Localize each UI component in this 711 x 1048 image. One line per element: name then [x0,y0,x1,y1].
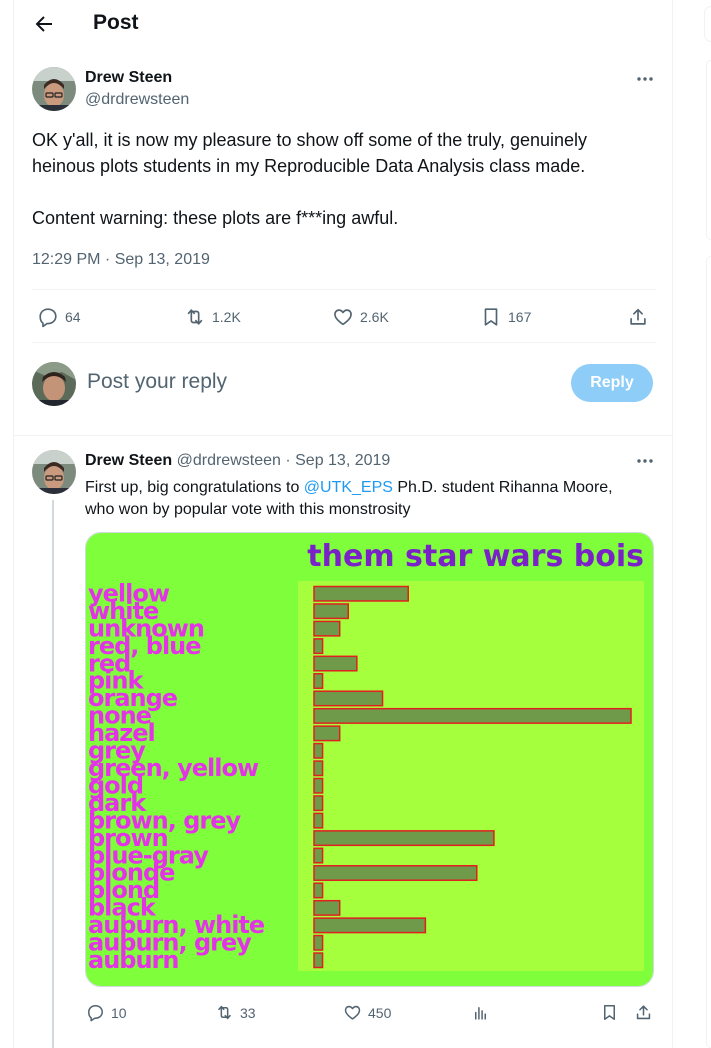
bar [313,812,324,829]
reply-count: 64 [65,309,81,325]
bar [313,830,495,847]
plot-panel [298,581,644,971]
author-handle[interactable]: @drdrewsteen [177,452,281,469]
like-action[interactable]: 450 [343,1003,391,1022]
bookmark-icon [600,1003,619,1022]
bar [313,585,409,602]
like-action[interactable]: 2.6K [332,306,389,328]
bar [313,673,324,689]
more-icon[interactable] [635,72,655,86]
search-box-edge[interactable] [704,6,711,42]
repost-icon [184,306,206,328]
heart-icon [332,306,354,328]
thread-line [52,500,54,1048]
page-title: Post [93,11,139,34]
avatar[interactable] [32,450,76,494]
bookmark-action[interactable]: 167 [480,306,531,328]
bar [313,795,324,812]
tweet-text: OK y'all, it is now my pleasure to show … [32,127,652,231]
analytics-icon [471,1003,490,1022]
bar [313,760,324,777]
tick-label: auburn [88,946,178,974]
reply-header: Drew Steen @drdrewsteen · Sep 13, 2019 [85,452,390,470]
mention-link[interactable]: @UTK_EPS [304,479,393,496]
reply-count: 10 [111,1004,127,1021]
bar [313,917,427,934]
divider [32,289,656,290]
sidebar-card-edge [706,256,711,1048]
bar [313,882,324,899]
bar [313,690,384,707]
divider [32,342,656,343]
reply-action[interactable]: 64 [37,306,81,328]
reply-text: First up, big congratulations to @UTK_EP… [85,477,645,521]
bar [313,725,341,742]
bar [313,620,341,637]
reply-icon [86,1003,105,1022]
author-name[interactable]: Drew Steen [85,452,172,469]
bar [313,655,358,672]
share-action[interactable] [627,306,649,328]
bar [313,777,324,794]
avatar[interactable] [32,362,76,406]
bar [313,847,324,864]
repost-action[interactable]: 33 [215,1003,256,1022]
sidebar-card-edge [706,60,711,240]
bar [313,934,324,951]
more-icon[interactable] [635,454,655,468]
repost-count: 1.2K [212,309,241,325]
bar [313,742,324,759]
reply-icon [37,306,59,328]
author-handle[interactable]: @drdrewsteen [85,91,189,109]
reply-input[interactable]: Post your reply [87,370,227,394]
like-count: 2.6K [360,309,389,325]
heart-icon [343,1003,362,1022]
avatar[interactable] [32,67,76,111]
tweet-text-paragraph: Content warning: these plots are f***ing… [32,208,399,228]
repost-icon [215,1003,234,1022]
bookmark-icon [480,306,502,328]
reply-button[interactable]: Reply [571,364,653,402]
chart-title: them star wars bois [307,539,644,574]
share-action[interactable] [634,1003,653,1022]
share-icon [627,306,649,328]
bar-chart: them star wars boisyellowwhiteunknownred… [86,533,653,986]
reply-text-start: First up, big congratulations to [85,479,304,496]
repost-action[interactable]: 1.2K [184,306,241,328]
divider [14,435,672,436]
repost-count: 33 [240,1004,256,1021]
bookmark-action[interactable] [600,1003,619,1022]
reply-action[interactable]: 10 [86,1003,127,1022]
author-name[interactable]: Drew Steen [85,69,172,87]
like-count: 450 [368,1004,392,1021]
bar [313,603,350,620]
timestamp[interactable]: 12:29 PM · Sep 13, 2019 [32,251,210,269]
bar [313,707,632,724]
bar [313,865,478,881]
reply-date[interactable]: · Sep 13, 2019 [285,452,390,469]
bar [313,952,324,969]
chart-image[interactable]: them star wars bois yellow white unknown red… [85,532,654,987]
bar [313,899,341,916]
bookmark-count: 167 [508,309,532,325]
back-arrow-icon[interactable] [32,12,56,36]
share-icon [634,1003,653,1022]
views-action[interactable] [471,1003,490,1022]
tweet-text-paragraph: OK y'all, it is now my pleasure to show … [32,130,588,176]
bar [313,638,324,655]
